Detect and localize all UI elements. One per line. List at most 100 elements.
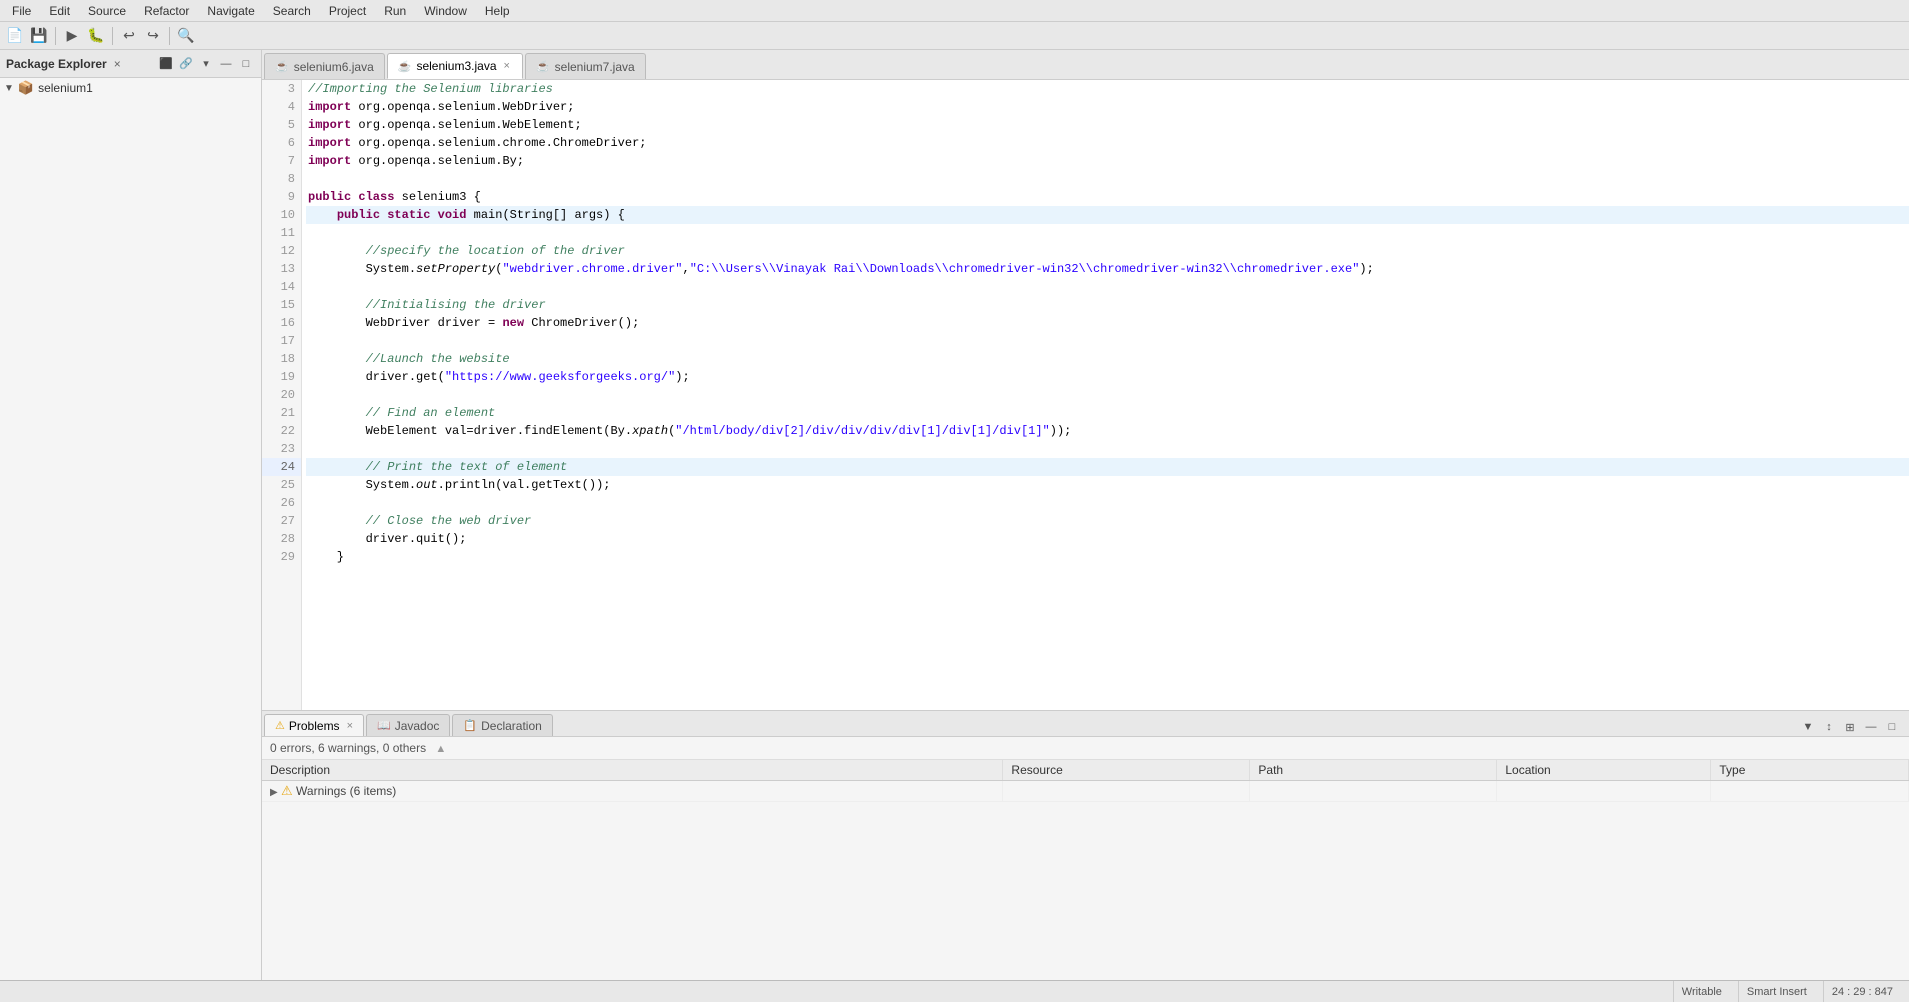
ln-20: 20: [262, 386, 301, 404]
ln-17: 17: [262, 332, 301, 350]
code-line-22: WebElement val=driver.findElement(By.xpa…: [306, 422, 1909, 440]
line-numbers: 3 4 5 6 7 8 9 10 11 12 13 14 15 16 17 18…: [262, 80, 302, 710]
warning-icon: ⚠: [281, 783, 293, 798]
code-line-8: [306, 170, 1909, 188]
project-tree-item[interactable]: ▼ 📦 selenium1: [0, 78, 261, 98]
code-line-13: System.setProperty("webdriver.chrome.dri…: [306, 260, 1909, 278]
tab-javadoc[interactable]: 📖 Javadoc: [366, 714, 450, 736]
filter-button[interactable]: ▼: [1799, 718, 1817, 736]
status-writable: Writable: [1673, 981, 1730, 1002]
menu-file[interactable]: File: [4, 2, 39, 20]
warning-description[interactable]: ▶ ⚠ Warnings (6 items): [262, 781, 1003, 802]
tab-close-2[interactable]: ×: [502, 60, 512, 72]
ln-4: 4: [262, 98, 301, 116]
code-line-29: }: [306, 548, 1909, 566]
collapse-all-button[interactable]: ⬛: [157, 55, 175, 73]
debug-button[interactable]: 🐛: [85, 25, 107, 47]
save-button[interactable]: 💾: [28, 25, 50, 47]
tab-bar: ☕ selenium6.java ☕ selenium3.java × ☕ se…: [262, 50, 1909, 80]
tab-declaration[interactable]: 📋 Declaration: [452, 714, 552, 736]
ln-5: 5: [262, 116, 301, 134]
menu-window[interactable]: Window: [416, 2, 475, 20]
minimize-bottom-button[interactable]: —: [1862, 718, 1880, 736]
run-button[interactable]: ▶: [61, 25, 83, 47]
menu-refactor[interactable]: Refactor: [136, 2, 197, 20]
col-description[interactable]: Description: [262, 760, 1003, 781]
menu-navigate[interactable]: Navigate: [199, 2, 262, 20]
ln-22: 22: [262, 422, 301, 440]
minimize-button[interactable]: —: [217, 55, 235, 73]
search-button[interactable]: 🔍: [175, 25, 197, 47]
expand-icon: ▼: [4, 83, 14, 94]
menu-search[interactable]: Search: [265, 2, 319, 20]
insert-mode-text: Smart Insert: [1747, 986, 1807, 998]
code-line-19: driver.get("https://www.geeksforgeeks.or…: [306, 368, 1909, 386]
ln-16: 16: [262, 314, 301, 332]
menu-source[interactable]: Source: [80, 2, 134, 20]
problems-summary-text: 0 errors, 6 warnings, 0 others: [270, 741, 426, 755]
code-line-21: // Find an element: [306, 404, 1909, 422]
java-icon-2: ☕: [398, 60, 412, 73]
maximize-bottom-button[interactable]: □: [1883, 718, 1901, 736]
undo-button[interactable]: ↩: [118, 25, 140, 47]
code-content[interactable]: //Importing the Selenium libraries impor…: [302, 80, 1909, 710]
col-path[interactable]: Path: [1250, 760, 1497, 781]
tab-selenium7[interactable]: ☕ selenium7.java: [525, 53, 646, 79]
panel-title-area: Package Explorer ×: [6, 57, 124, 71]
code-line-15: //Initialising the driver: [306, 296, 1909, 314]
toolbar-sep-3: [169, 27, 170, 45]
col-resource[interactable]: Resource: [1003, 760, 1250, 781]
javadoc-icon: 📖: [377, 719, 391, 732]
menu-help[interactable]: Help: [477, 2, 518, 20]
panel-close-button[interactable]: ×: [111, 57, 124, 71]
ln-8: 8: [262, 170, 301, 188]
code-line-9: public class selenium3 {: [306, 188, 1909, 206]
ln-14: 14: [262, 278, 301, 296]
java-icon-3: ☕: [536, 60, 550, 73]
redo-button[interactable]: ↪: [142, 25, 164, 47]
project-icon: 📦: [18, 80, 34, 96]
status-insert-mode: Smart Insert: [1738, 981, 1815, 1002]
ln-3: 3: [262, 80, 301, 98]
bottom-panel: ⚠ Problems × 📖 Javadoc 📋 Declaration ▼: [262, 710, 1909, 980]
new-button[interactable]: 📄: [4, 25, 26, 47]
menu-edit[interactable]: Edit: [41, 2, 78, 20]
ln-9: 9: [262, 188, 301, 206]
problems-icon: ⚠: [275, 719, 285, 732]
link-with-editor-button[interactable]: 🔗: [177, 55, 195, 73]
tab-problems-label: Problems: [289, 719, 340, 733]
expand-row-icon[interactable]: ▶: [270, 787, 278, 798]
expand-all-bottom-button[interactable]: ⊞: [1841, 718, 1859, 736]
ln-26: 26: [262, 494, 301, 512]
menu-project[interactable]: Project: [321, 2, 374, 20]
bottom-panel-icons: ▼ ↕ ⊞ — □: [1799, 718, 1907, 736]
code-line-25: System.out.println(val.getText());: [306, 476, 1909, 494]
col-type[interactable]: Type: [1711, 760, 1909, 781]
ln-13: 13: [262, 260, 301, 278]
ln-15: 15: [262, 296, 301, 314]
tab-problems[interactable]: ⚠ Problems ×: [264, 714, 364, 736]
sort-button[interactable]: ↕: [1820, 718, 1838, 736]
tab-label-2: selenium3.java: [416, 59, 496, 73]
code-line-5: import org.openqa.selenium.WebElement;: [306, 116, 1909, 134]
toolbar-sep-1: [55, 27, 56, 45]
ln-27: 27: [262, 512, 301, 530]
tab-selenium6[interactable]: ☕ selenium6.java: [264, 53, 385, 79]
sidebar-content: ▼ 📦 selenium1: [0, 78, 261, 980]
code-editor[interactable]: 3 4 5 6 7 8 9 10 11 12 13 14 15 16 17 18…: [262, 80, 1909, 710]
menu-run[interactable]: Run: [376, 2, 414, 20]
tab-selenium3[interactable]: ☕ selenium3.java ×: [387, 53, 523, 79]
tab-problems-close[interactable]: ×: [347, 720, 353, 732]
bottom-tab-group: ⚠ Problems × 📖 Javadoc 📋 Declaration: [264, 714, 555, 736]
ln-18: 18: [262, 350, 301, 368]
ln-23: 23: [262, 440, 301, 458]
code-line-20: [306, 386, 1909, 404]
maximize-button[interactable]: □: [237, 55, 255, 73]
status-bar: Writable Smart Insert 24 : 29 : 847: [0, 980, 1909, 1002]
col-location[interactable]: Location: [1497, 760, 1711, 781]
code-line-14: [306, 278, 1909, 296]
code-line-11: [306, 224, 1909, 242]
main-layout: Package Explorer × ⬛ 🔗 ▾ — □ ▼ 📦 seleniu…: [0, 50, 1909, 980]
panel-menu-button[interactable]: ▾: [197, 55, 215, 73]
ln-25: 25: [262, 476, 301, 494]
